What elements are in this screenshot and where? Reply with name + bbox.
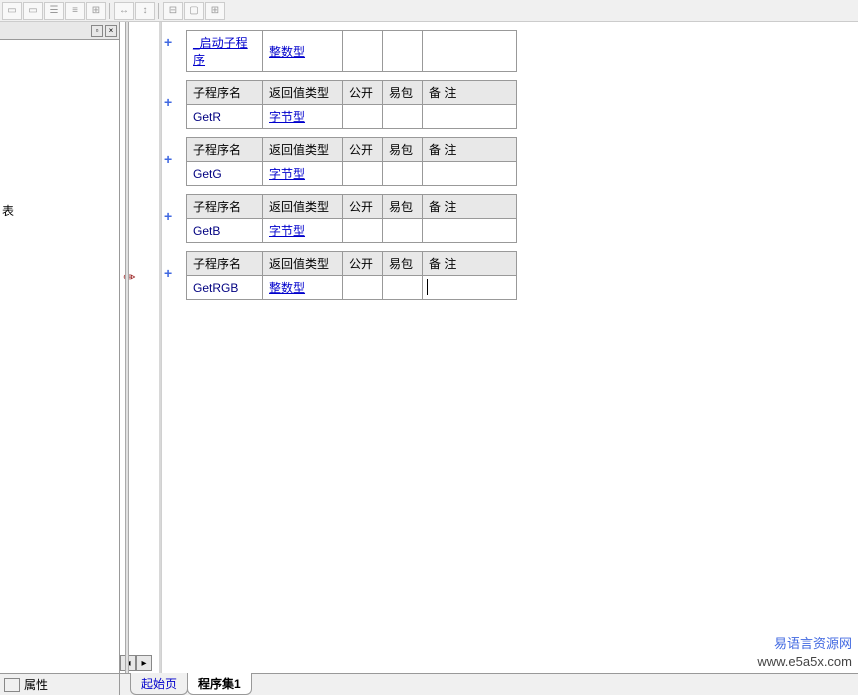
watermark: 易语言资源网 www.e5a5x.com — [757, 635, 852, 671]
header-pub: 公开 — [343, 252, 383, 276]
header-pub: 公开 — [343, 195, 383, 219]
tb-btn-3[interactable]: ☰ — [44, 2, 64, 20]
cell-pkg[interactable] — [383, 219, 423, 243]
header-pkg: 易包 — [383, 138, 423, 162]
header-name: 子程序名 — [187, 252, 263, 276]
header-type: 返回值类型 — [263, 138, 343, 162]
tb-btn-10[interactable]: ⊞ — [205, 2, 225, 20]
scroll-right-icon[interactable]: ▸ — [136, 655, 152, 671]
header-note: 备 注 — [423, 195, 517, 219]
sub-table-getg: 子程序名 返回值类型 公开 易包 备 注 GetG 字节型 — [186, 137, 517, 186]
header-pub: 公开 — [343, 138, 383, 162]
tb-btn-2[interactable]: ▭ — [23, 2, 43, 20]
left-panel: ▫ × 表 — [0, 22, 120, 673]
return-type-link[interactable]: 字节型 — [269, 224, 305, 238]
tb-btn-7[interactable]: ↕ — [135, 2, 155, 20]
bottom-tabs: 起始页 程序集1 — [120, 674, 251, 695]
tb-btn-5[interactable]: ⊞ — [86, 2, 106, 20]
expand-icon[interactable]: + — [164, 151, 178, 165]
return-type-link[interactable]: 整数型 — [269, 45, 305, 59]
header-pkg: 易包 — [383, 252, 423, 276]
bottom-left: 属性 — [0, 674, 120, 695]
startup-sub-table: _启动子程序 整数型 — [186, 30, 517, 72]
tab-program-set[interactable]: 程序集1 — [187, 673, 252, 695]
vertical-divider[interactable] — [125, 22, 129, 673]
tb-btn-1[interactable]: ▭ — [2, 2, 22, 20]
properties-icon[interactable] — [4, 678, 20, 692]
panel-content — [0, 40, 119, 52]
sub-name[interactable]: GetB — [193, 224, 220, 238]
cell-note[interactable] — [423, 162, 517, 186]
panel-label: 表 — [2, 202, 14, 219]
watermark-cn: 易语言资源网 — [757, 635, 852, 653]
tb-btn-9[interactable]: ▢ — [184, 2, 204, 20]
cell-pub[interactable] — [343, 219, 383, 243]
cell-pub[interactable] — [343, 105, 383, 129]
sub-name-link[interactable]: _启动子程序 — [193, 36, 248, 67]
cell-note[interactable] — [423, 31, 517, 72]
expand-icon[interactable]: + — [164, 94, 178, 108]
watermark-url: www.e5a5x.com — [757, 653, 852, 671]
return-type-link[interactable]: 字节型 — [269, 167, 305, 181]
header-type: 返回值类型 — [263, 81, 343, 105]
cell-pkg[interactable] — [383, 162, 423, 186]
cell-pub[interactable] — [343, 162, 383, 186]
cell-pub[interactable] — [343, 276, 383, 300]
return-type-link[interactable]: 整数型 — [269, 281, 305, 295]
properties-label: 属性 — [24, 676, 48, 693]
expand-icon[interactable]: + — [164, 34, 178, 48]
sub-table-getb: 子程序名 返回值类型 公开 易包 备 注 GetB 字节型 — [186, 194, 517, 243]
header-type: 返回值类型 — [263, 252, 343, 276]
header-name: 子程序名 — [187, 138, 263, 162]
tab-start-page[interactable]: 起始页 — [130, 673, 188, 695]
panel-minimize-icon[interactable]: ▫ — [91, 25, 103, 37]
bottom-bar: 属性 起始页 程序集1 — [0, 673, 858, 695]
expand-icon[interactable]: + — [164, 265, 178, 279]
cell-pkg[interactable] — [383, 276, 423, 300]
header-pkg: 易包 — [383, 81, 423, 105]
header-note: 备 注 — [423, 252, 517, 276]
editor-area: + _启动子程序 整数型 + 子程序名 返回值类型 — [120, 22, 858, 673]
cell-note[interactable] — [423, 105, 517, 129]
sub-table-getr: 子程序名 返回值类型 公开 易包 备 注 GetR 字节型 — [186, 80, 517, 129]
cell-note-active[interactable] — [423, 276, 517, 300]
return-type-link[interactable]: 字节型 — [269, 110, 305, 124]
sub-name[interactable]: GetRGB — [193, 281, 238, 295]
cell-pkg[interactable] — [383, 105, 423, 129]
tb-btn-8[interactable]: ⊟ — [163, 2, 183, 20]
sub-name[interactable]: GetG — [193, 167, 222, 181]
header-note: 备 注 — [423, 81, 517, 105]
tb-btn-4[interactable]: ≡ — [65, 2, 85, 20]
header-name: 子程序名 — [187, 81, 263, 105]
tb-btn-6[interactable]: ↔ — [114, 2, 134, 20]
header-note: 备 注 — [423, 138, 517, 162]
header-pub: 公开 — [343, 81, 383, 105]
header-name: 子程序名 — [187, 195, 263, 219]
panel-close-icon[interactable]: × — [105, 25, 117, 37]
toolbar-separator — [158, 3, 160, 19]
toolbar: ▭ ▭ ☰ ≡ ⊞ ↔ ↕ ⊟ ▢ ⊞ — [0, 0, 858, 22]
sub-name[interactable]: GetR — [193, 110, 221, 124]
cell-pkg[interactable] — [383, 31, 423, 72]
panel-header: ▫ × — [0, 22, 119, 40]
cell-pub[interactable] — [343, 31, 383, 72]
sub-table-getrgb: 子程序名 返回值类型 公开 易包 备 注 GetRGB 整数型 — [186, 251, 517, 300]
header-type: 返回值类型 — [263, 195, 343, 219]
cell-note[interactable] — [423, 219, 517, 243]
expand-icon[interactable]: + — [164, 208, 178, 222]
header-pkg: 易包 — [383, 195, 423, 219]
toolbar-separator — [109, 3, 111, 19]
